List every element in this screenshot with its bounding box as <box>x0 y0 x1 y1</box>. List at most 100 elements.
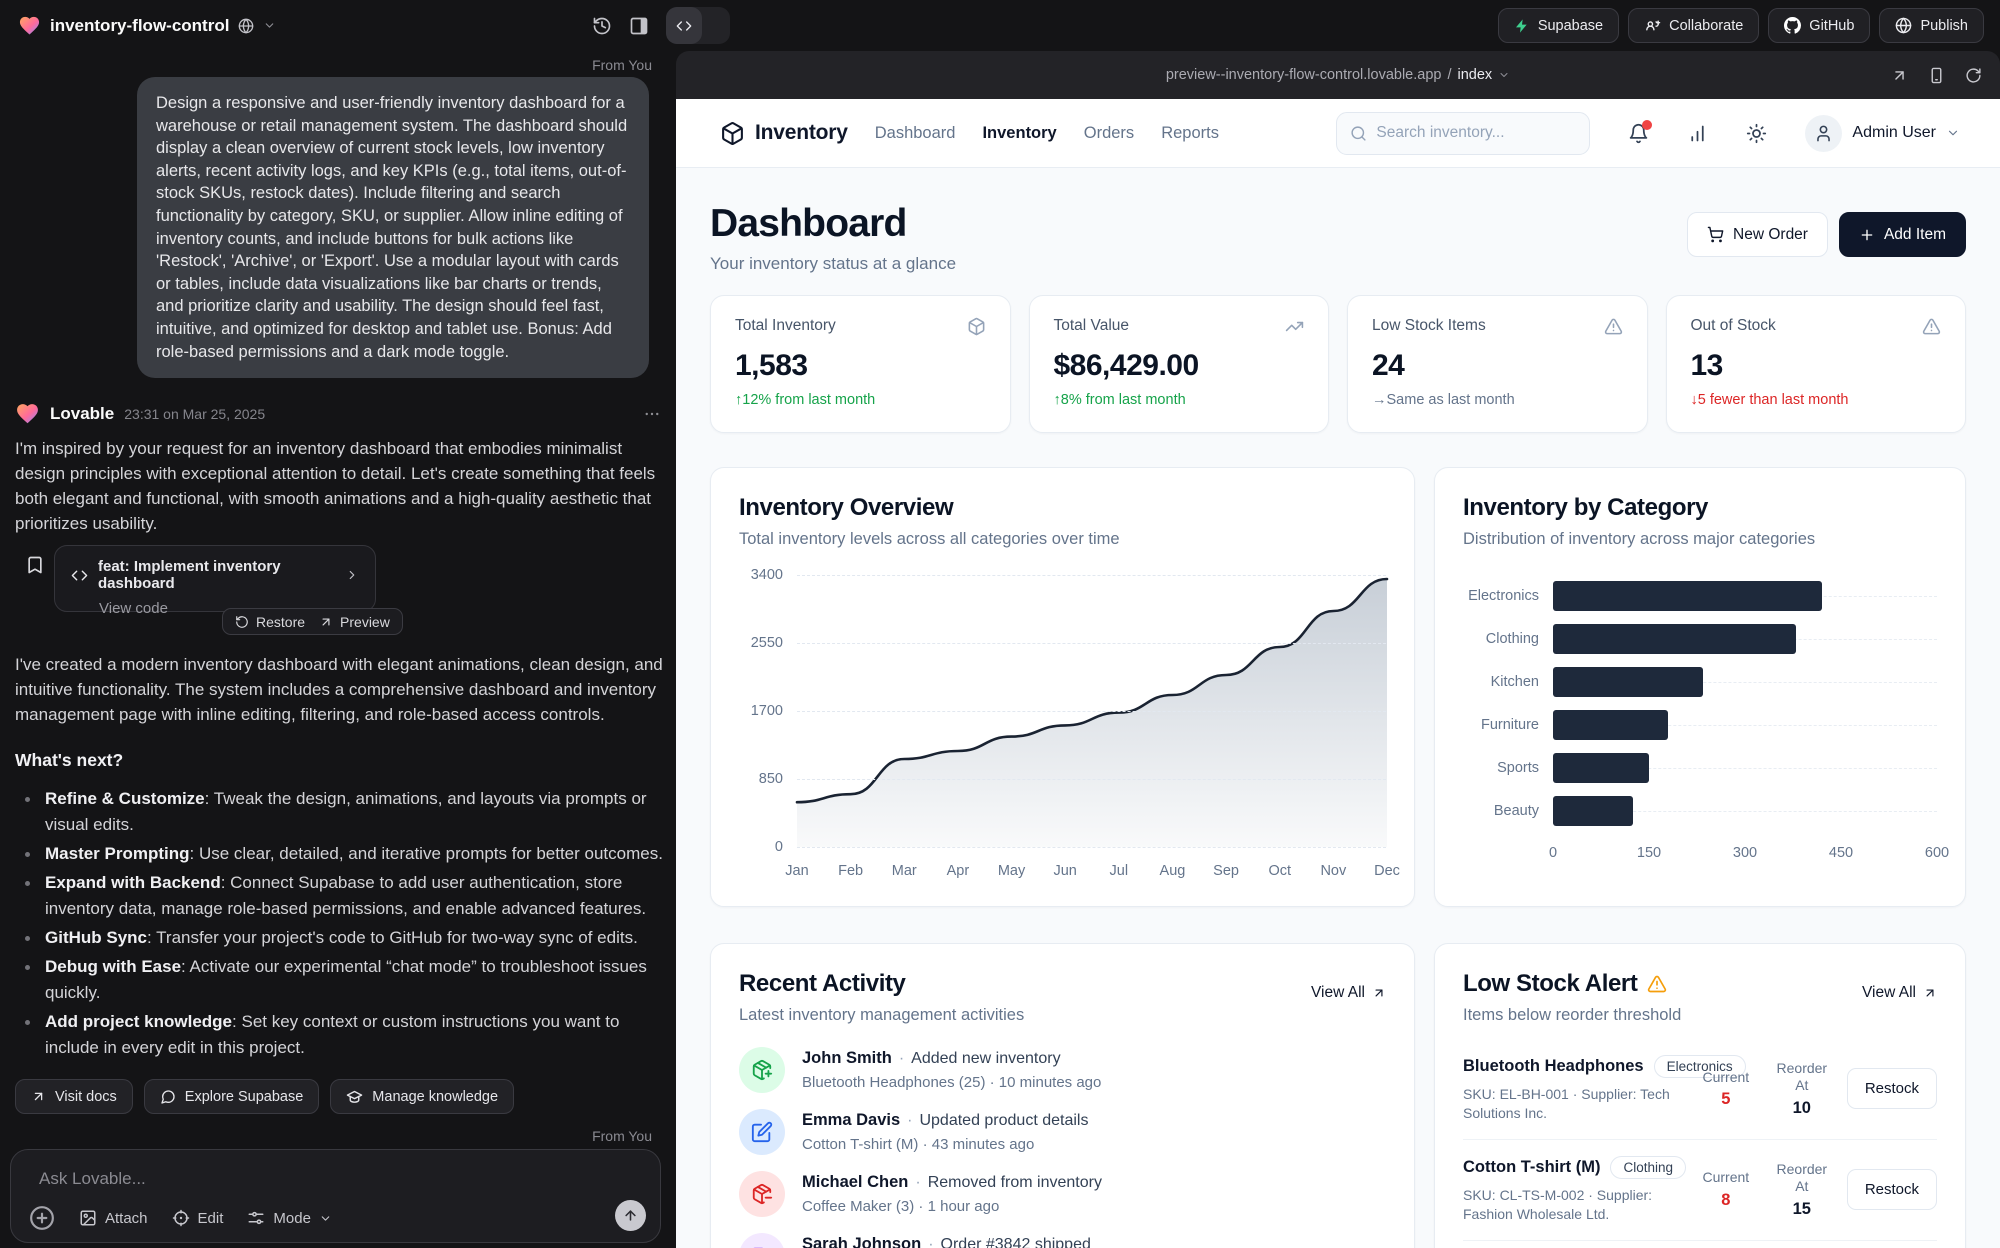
list-item: John Smith·Added new inventory Bluetooth… <box>739 1047 1386 1093</box>
add-item-button[interactable]: Add Item <box>1839 212 1966 257</box>
preview-url[interactable]: preview--inventory-flow-control.lovable.… <box>1166 67 1510 83</box>
package-plus-icon <box>739 1047 785 1093</box>
attach-button[interactable]: Attach <box>79 1209 148 1227</box>
activity-detail: Coffee Maker (3) · 1 hour ago <box>802 1198 1102 1215</box>
preview-button[interactable]: Preview <box>319 614 390 630</box>
x-tick-label: 150 <box>1637 845 1661 861</box>
restore-preview-toolbar: Restore Preview <box>222 608 403 635</box>
activity-action: Order #3842 shipped <box>941 1236 1091 1248</box>
chart-subtitle: Distribution of inventory across major c… <box>1463 530 1937 549</box>
package-minus-icon <box>739 1171 785 1217</box>
bookmark-icon[interactable] <box>25 555 45 575</box>
theme-sun-icon[interactable] <box>1746 123 1767 144</box>
kpi-card-low-stock: Low Stock Items 24 →Same as last month <box>1347 295 1648 433</box>
bar-row: Sports <box>1463 753 1937 783</box>
chat-input[interactable]: Ask Lovable... Attach Edit <box>10 1149 661 1243</box>
list-item: Debug with Ease: Activate our experiment… <box>15 954 663 1006</box>
github-button[interactable]: GitHub <box>1768 8 1870 43</box>
activity-list: John Smith·Added new inventory Bluetooth… <box>739 1047 1386 1248</box>
from-you-label: From You <box>592 1128 652 1144</box>
chat-input-placeholder: Ask Lovable... <box>39 1169 146 1189</box>
reorder-threshold: Reorder At 15 <box>1771 1161 1833 1219</box>
published-globe-icon <box>238 18 254 34</box>
x-tick-label: Dec <box>1374 863 1400 879</box>
new-order-button[interactable]: New Order <box>1687 212 1828 257</box>
x-tick-label: Feb <box>838 863 863 879</box>
brand-name: Inventory <box>755 121 848 145</box>
message-menu-icon[interactable] <box>643 405 661 423</box>
code-view-toggle[interactable] <box>666 7 730 44</box>
package-logo-icon <box>720 121 745 146</box>
history-icon[interactable] <box>592 16 612 36</box>
avatar <box>1805 115 1842 152</box>
open-external-icon[interactable] <box>1891 67 1908 84</box>
category-bar <box>1553 624 1796 654</box>
publish-globe-icon <box>1895 17 1912 34</box>
x-tick-label: Jul <box>1110 863 1129 879</box>
chevron-down-icon <box>319 1212 332 1225</box>
mobile-view-icon[interactable] <box>1928 67 1945 84</box>
card-title: Recent Activity <box>739 970 1024 998</box>
recent-activity-card: Recent Activity Latest inventory managem… <box>710 943 1415 1248</box>
nav-orders[interactable]: Orders <box>1084 124 1134 143</box>
list-item: Add project knowledge: Set key context o… <box>15 1009 663 1061</box>
preview-url-page: index <box>1457 67 1492 83</box>
visit-docs-button[interactable]: Visit docs <box>15 1079 133 1114</box>
view-all-link[interactable]: View All <box>1311 984 1386 1002</box>
send-button[interactable] <box>615 1200 646 1231</box>
kpi-card-total-value: Total Value $86,429.00 ↑8% from last mon… <box>1029 295 1330 433</box>
bar-chart-icon[interactable] <box>1687 123 1708 144</box>
mode-button[interactable]: Mode <box>247 1209 332 1227</box>
nav-dashboard[interactable]: Dashboard <box>875 124 956 143</box>
user-menu[interactable]: Admin User <box>1805 115 1960 152</box>
lovable-heart-avatar-icon <box>15 401 40 426</box>
nav-inventory[interactable]: Inventory <box>982 124 1056 143</box>
supabase-button[interactable]: Supabase <box>1498 8 1619 43</box>
x-tick-label: Sep <box>1213 863 1239 879</box>
nav-reports[interactable]: Reports <box>1161 124 1219 143</box>
category-chip: Clothing <box>1610 1156 1686 1179</box>
y-tick-label: 3400 <box>751 567 783 583</box>
app-brand[interactable]: Inventory <box>720 121 848 146</box>
manage-knowledge-button[interactable]: Manage knowledge <box>330 1079 514 1114</box>
code-icon <box>666 7 702 44</box>
category-xaxis: 0150300450600 <box>1553 839 1937 863</box>
restock-button[interactable]: Restock <box>1847 1068 1937 1109</box>
preview-controls <box>1891 51 1982 99</box>
panel-right-icon[interactable] <box>629 16 649 36</box>
project-selector[interactable]: inventory-flow-control <box>18 14 276 37</box>
category-bar <box>1553 796 1633 826</box>
collaborate-button[interactable]: Collaborate <box>1628 8 1759 43</box>
bar-row: Clothing <box>1463 624 1937 654</box>
kpi-delta: ↑12% from last month <box>735 392 986 408</box>
list-item: Master Prompting: Use clear, detailed, a… <box>15 841 663 867</box>
view-all-link[interactable]: View All <box>1862 984 1937 1002</box>
warning-triangle-icon <box>1647 974 1667 994</box>
nav-links: Dashboard Inventory Orders Reports <box>875 124 1219 143</box>
chart-title: Inventory by Category <box>1463 494 1937 522</box>
add-button[interactable] <box>29 1205 55 1231</box>
explore-supabase-button[interactable]: Explore Supabase <box>144 1079 320 1114</box>
list-item: Sarah Johnson·Order #3842 shipped Desk L… <box>739 1233 1386 1248</box>
commit-card[interactable]: feat: Implement inventory dashboard View… <box>54 545 376 612</box>
y-tick-label: 2550 <box>751 635 783 651</box>
current-stock: Current 5 <box>1695 1069 1757 1110</box>
kpi-value: 1,583 <box>735 349 986 383</box>
x-tick-label: Mar <box>892 863 917 879</box>
edit-icon <box>739 1109 785 1155</box>
product-sku: SKU: CL-TS-M-002 · Supplier: Fashion Who… <box>1463 1186 1681 1224</box>
restock-button[interactable]: Restock <box>1847 1169 1937 1210</box>
search-input[interactable]: Search inventory... <box>1336 112 1590 155</box>
list-item: Cotton T-shirt (M) Clothing SKU: CL-TS-M… <box>1463 1140 1937 1241</box>
x-tick-label: Jan <box>785 863 808 879</box>
reorder-threshold: Reorder At 10 <box>1771 1060 1833 1118</box>
trending-up-icon <box>1285 317 1304 336</box>
refresh-icon[interactable] <box>1965 67 1982 84</box>
notifications-bell-icon[interactable] <box>1628 123 1649 144</box>
product-sku: SKU: EL-BH-001 · Supplier: Tech Solution… <box>1463 1085 1681 1123</box>
x-tick-label: 300 <box>1733 845 1757 861</box>
publish-button[interactable]: Publish <box>1879 8 1984 43</box>
restore-button[interactable]: Restore <box>235 614 305 630</box>
overview-plot <box>797 575 1386 847</box>
edit-button[interactable]: Edit <box>172 1209 224 1227</box>
